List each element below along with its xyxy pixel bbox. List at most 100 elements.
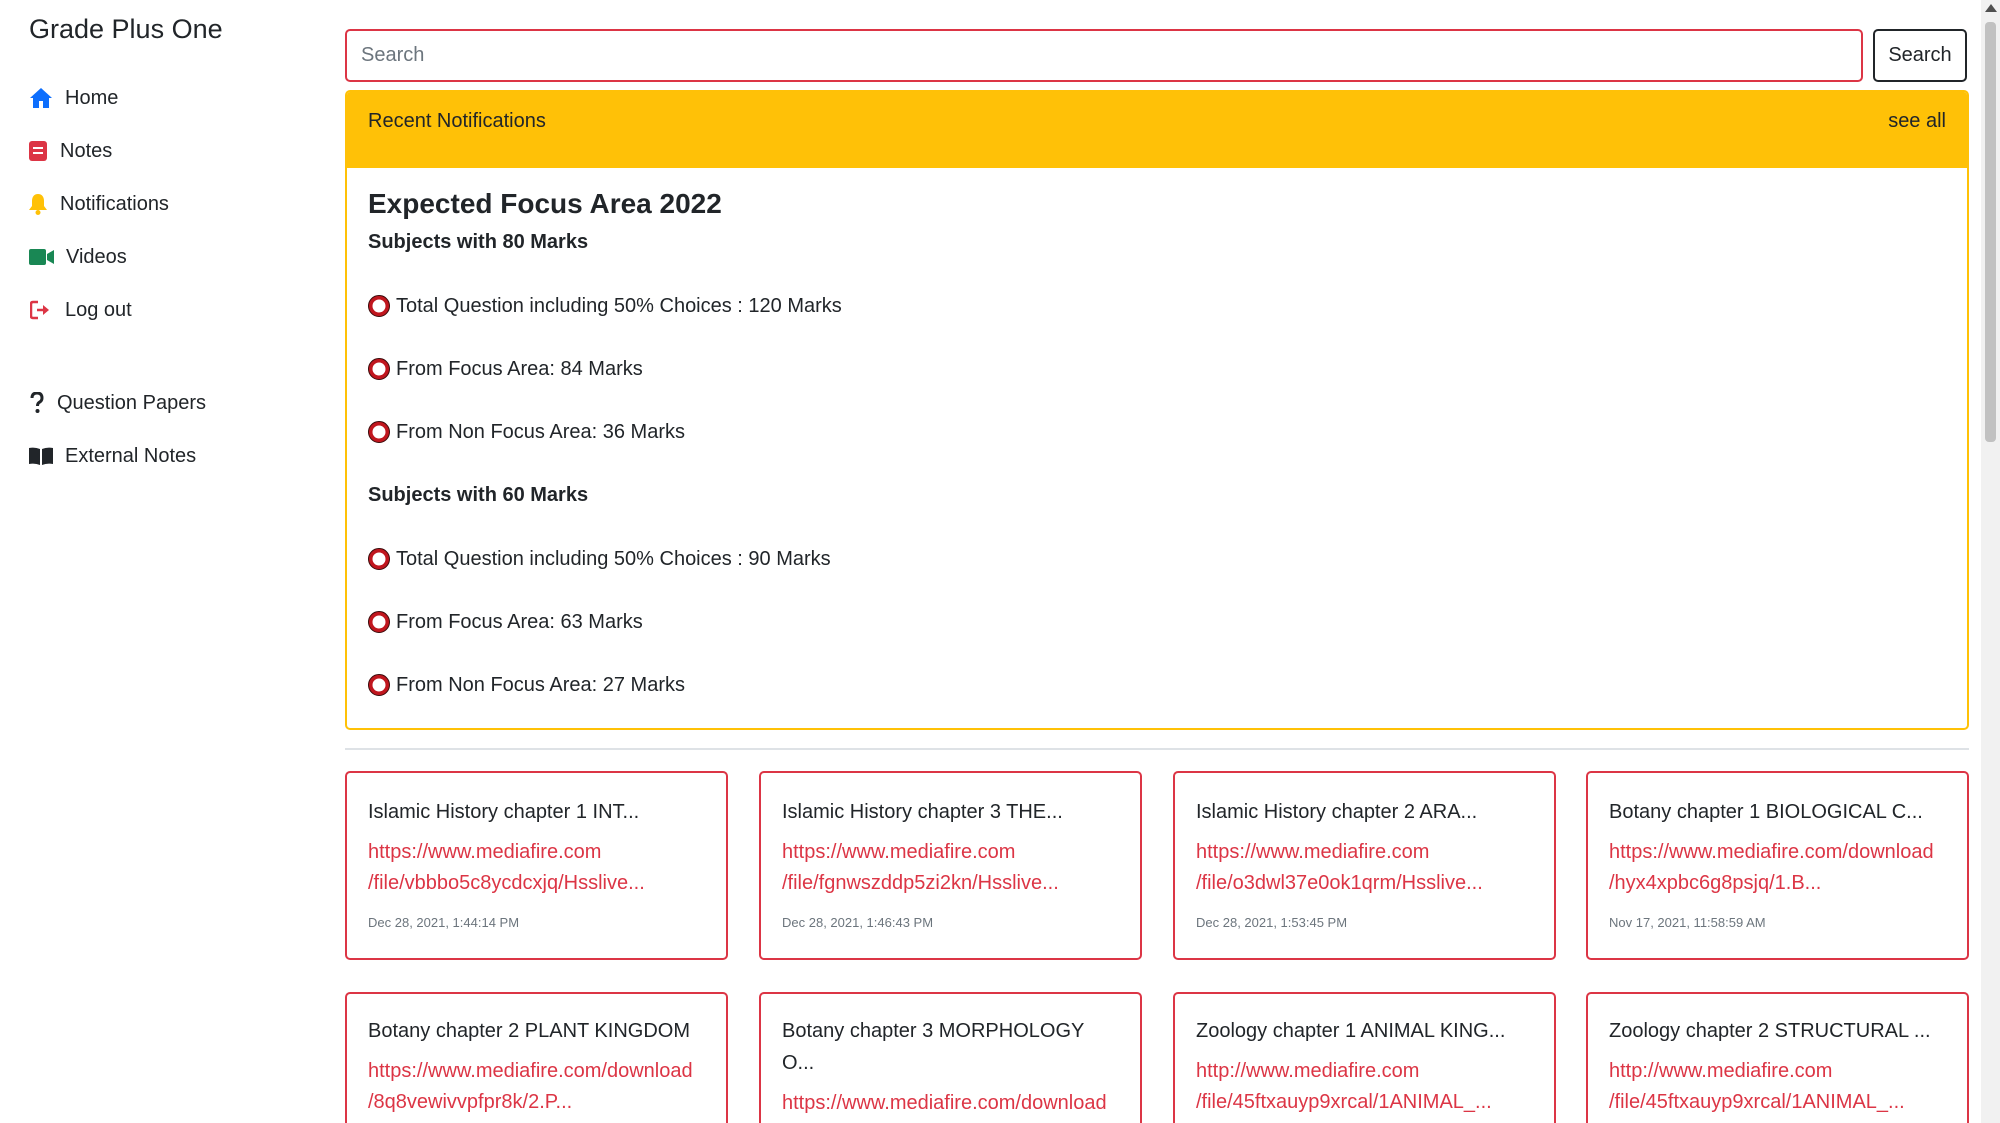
note-card[interactable]: Islamic History chapter 3 THE... https:/…: [759, 771, 1142, 960]
bullet-text: From Focus Area: 63 Marks: [396, 610, 643, 633]
note-card-link-line: http://www.mediafire.com: [1609, 1060, 1833, 1082]
sidebar-item-notes[interactable]: Notes: [29, 131, 169, 171]
notifications-card: Recent Notifications see all Expected Fo…: [345, 90, 1969, 730]
bullet-text: From Non Focus Area: 36 Marks: [396, 420, 685, 443]
home-icon: [29, 86, 53, 110]
note-card-link[interactable]: https://www.mediafire.com/download /8q8v…: [368, 1056, 705, 1118]
search-button[interactable]: Search: [1873, 29, 1967, 82]
sidebar-item-external-notes[interactable]: External Notes: [29, 436, 206, 476]
note-card-timestamp: Nov 17, 2021, 11:58:59 AM: [1609, 915, 1766, 930]
scrollbar-thumb[interactable]: [1985, 22, 1996, 442]
bullet-item: Total Question including 50% Choices : 9…: [368, 547, 1946, 571]
sidebar-nav-extra: Question Papers External Notes: [29, 383, 206, 489]
red-circle-icon: [368, 611, 390, 633]
note-card-link-line: /file/45ftxauyp9xrcal/1ANIMAL_...: [1609, 1091, 1905, 1113]
bullet-text: From Focus Area: 84 Marks: [396, 357, 643, 380]
note-card[interactable]: Islamic History chapter 1 INT... https:/…: [345, 771, 728, 960]
note-card-link[interactable]: https://www.mediafire.com /file/vbbbo5c8…: [368, 837, 705, 899]
sidebar-item-label: Home: [65, 86, 119, 109]
notifications-body: Expected Focus Area 2022 Subjects with 8…: [347, 168, 1967, 697]
divider: [345, 748, 1969, 750]
sidebar-item-label: Notes: [60, 139, 113, 162]
sidebar-item-logout[interactable]: Log out: [29, 290, 169, 330]
vertical-scrollbar[interactable]: [1981, 0, 2000, 1123]
bullet-text: Total Question including 50% Choices : 1…: [396, 294, 842, 317]
note-card[interactable]: Zoology chapter 2 STRUCTURAL ... http://…: [1586, 992, 1969, 1123]
note-card-title: Islamic History chapter 2 ARA...: [1196, 801, 1478, 823]
note-card-timestamp: Dec 28, 2021, 1:46:43 PM: [782, 915, 934, 930]
search-bar: Search: [345, 29, 1970, 82]
bullet-item: Total Question including 50% Choices : 1…: [368, 294, 1946, 318]
bullet-item: From Focus Area: 63 Marks: [368, 610, 1946, 634]
note-card-title: Islamic History chapter 1 INT...: [368, 801, 640, 823]
sidebar-item-label: Notifications: [60, 192, 169, 215]
note-card-link-line: /hyx4xpbc6g8psjq/1.B...: [1609, 872, 1822, 894]
note-card-link[interactable]: http://www.mediafire.com /file/45ftxauyp…: [1196, 1056, 1533, 1118]
bullet-text: Total Question including 50% Choices : 9…: [396, 547, 831, 570]
red-circle-icon: [368, 358, 390, 380]
note-card-title: Zoology chapter 2 STRUCTURAL ...: [1609, 1020, 1931, 1042]
bullet-item: From Non Focus Area: 27 Marks: [368, 673, 1946, 697]
sidebar-item-videos[interactable]: Videos: [29, 237, 169, 277]
note-card[interactable]: Botany chapter 2 PLANT KINGDOM https://w…: [345, 992, 728, 1123]
sidebar-item-home[interactable]: Home: [29, 78, 169, 118]
note-card-title: Zoology chapter 1 ANIMAL KING...: [1196, 1020, 1506, 1042]
note-card-timestamp: Dec 28, 2021, 1:44:14 PM: [368, 915, 520, 930]
note-card-title: Botany chapter 3 MORPHOLOGY O...: [782, 1020, 1084, 1074]
note-card-link-line: /file/vbbbo5c8ycdcxjq/Hsslive...: [368, 872, 645, 894]
red-circle-icon: [368, 421, 390, 443]
sidebar-item-label: Videos: [66, 245, 127, 268]
notifications-header: Recent Notifications see all: [347, 92, 1967, 168]
see-all-link[interactable]: see all: [1888, 110, 1946, 168]
note-card-link[interactable]: http://www.mediafire.com /file/45ftxauyp…: [1609, 1056, 1946, 1118]
question-icon: [29, 391, 45, 415]
red-circle-icon: [368, 295, 390, 317]
note-card-link-line: /file/fgnwszddp5zi2kn/Hsslive...: [782, 872, 1059, 894]
search-input[interactable]: [345, 29, 1863, 82]
notification-title: Expected Focus Area 2022: [368, 188, 722, 219]
note-card[interactable]: Zoology chapter 1 ANIMAL KING... http://…: [1173, 992, 1556, 1123]
sidebar-item-label: External Notes: [65, 444, 197, 467]
sidebar-item-label: Log out: [65, 298, 132, 321]
sidebar-nav: Home Notes Notifications Videos Log out: [29, 78, 169, 343]
note-card-link[interactable]: https://www.mediafire.com/download /hyx4…: [1609, 837, 1946, 899]
note-card-link-line: http://www.mediafire.com: [1196, 1060, 1420, 1082]
logout-icon: [29, 298, 53, 322]
red-circle-icon: [368, 674, 390, 696]
note-card-link[interactable]: https://www.mediafire.com /file/fgnwszdd…: [782, 837, 1119, 899]
video-icon: [29, 245, 54, 269]
bullet-item: From Focus Area: 84 Marks: [368, 357, 1946, 381]
note-card-link-line: /file/o3dwl37e0ok1qrm/Hsslive...: [1196, 872, 1483, 894]
bullet-item: From Non Focus Area: 36 Marks: [368, 420, 1946, 444]
note-card-title: Botany chapter 1 BIOLOGICAL C...: [1609, 801, 1923, 823]
note-card-link-line: /8q8vewivvpfpr8k/2.P...: [368, 1091, 573, 1113]
sidebar: Grade Plus One Home Notes Notifications …: [0, 0, 330, 1123]
section-heading: Subjects with 80 Marks: [368, 231, 589, 253]
scroll-up-arrow-icon[interactable]: [1985, 4, 1997, 12]
note-card-link-line: https://www.mediafire.com: [1196, 841, 1430, 863]
note-card-link[interactable]: https://www.mediafire.com /file/o3dwl37e…: [1196, 837, 1533, 899]
note-card-link-line: /file/45ftxauyp9xrcal/1ANIMAL_...: [1196, 1091, 1492, 1113]
bullet-text: From Non Focus Area: 27 Marks: [396, 673, 685, 696]
red-circle-icon: [368, 548, 390, 570]
bell-icon: [29, 192, 50, 216]
notifications-header-title: Recent Notifications: [368, 110, 546, 132]
note-card[interactable]: Botany chapter 1 BIOLOGICAL C... https:/…: [1586, 771, 1969, 960]
sidebar-item-label: Question Papers: [57, 391, 206, 414]
note-card-title: Islamic History chapter 3 THE...: [782, 801, 1063, 823]
note-card-link[interactable]: https://www.mediafire.com/download: [782, 1088, 1119, 1119]
note-card[interactable]: Islamic History chapter 2 ARA... https:/…: [1173, 771, 1556, 960]
notes-icon: [29, 139, 50, 163]
brand-title[interactable]: Grade Plus One: [29, 14, 223, 45]
note-card-link-line: https://www.mediafire.com/download: [782, 1092, 1107, 1114]
sidebar-item-notifications[interactable]: Notifications: [29, 184, 169, 224]
note-card-title: Botany chapter 2 PLANT KINGDOM: [368, 1020, 690, 1042]
section-heading: Subjects with 60 Marks: [368, 484, 589, 506]
note-card[interactable]: Botany chapter 3 MORPHOLOGY O... https:/…: [759, 992, 1142, 1123]
note-card-link-line: https://www.mediafire.com/download: [368, 1060, 693, 1082]
note-card-link-line: https://www.mediafire.com/download: [1609, 841, 1934, 863]
sidebar-item-question-papers[interactable]: Question Papers: [29, 383, 206, 423]
book-icon: [29, 444, 53, 468]
note-card-link-line: https://www.mediafire.com: [782, 841, 1016, 863]
note-card-timestamp: Dec 28, 2021, 1:53:45 PM: [1196, 915, 1348, 930]
